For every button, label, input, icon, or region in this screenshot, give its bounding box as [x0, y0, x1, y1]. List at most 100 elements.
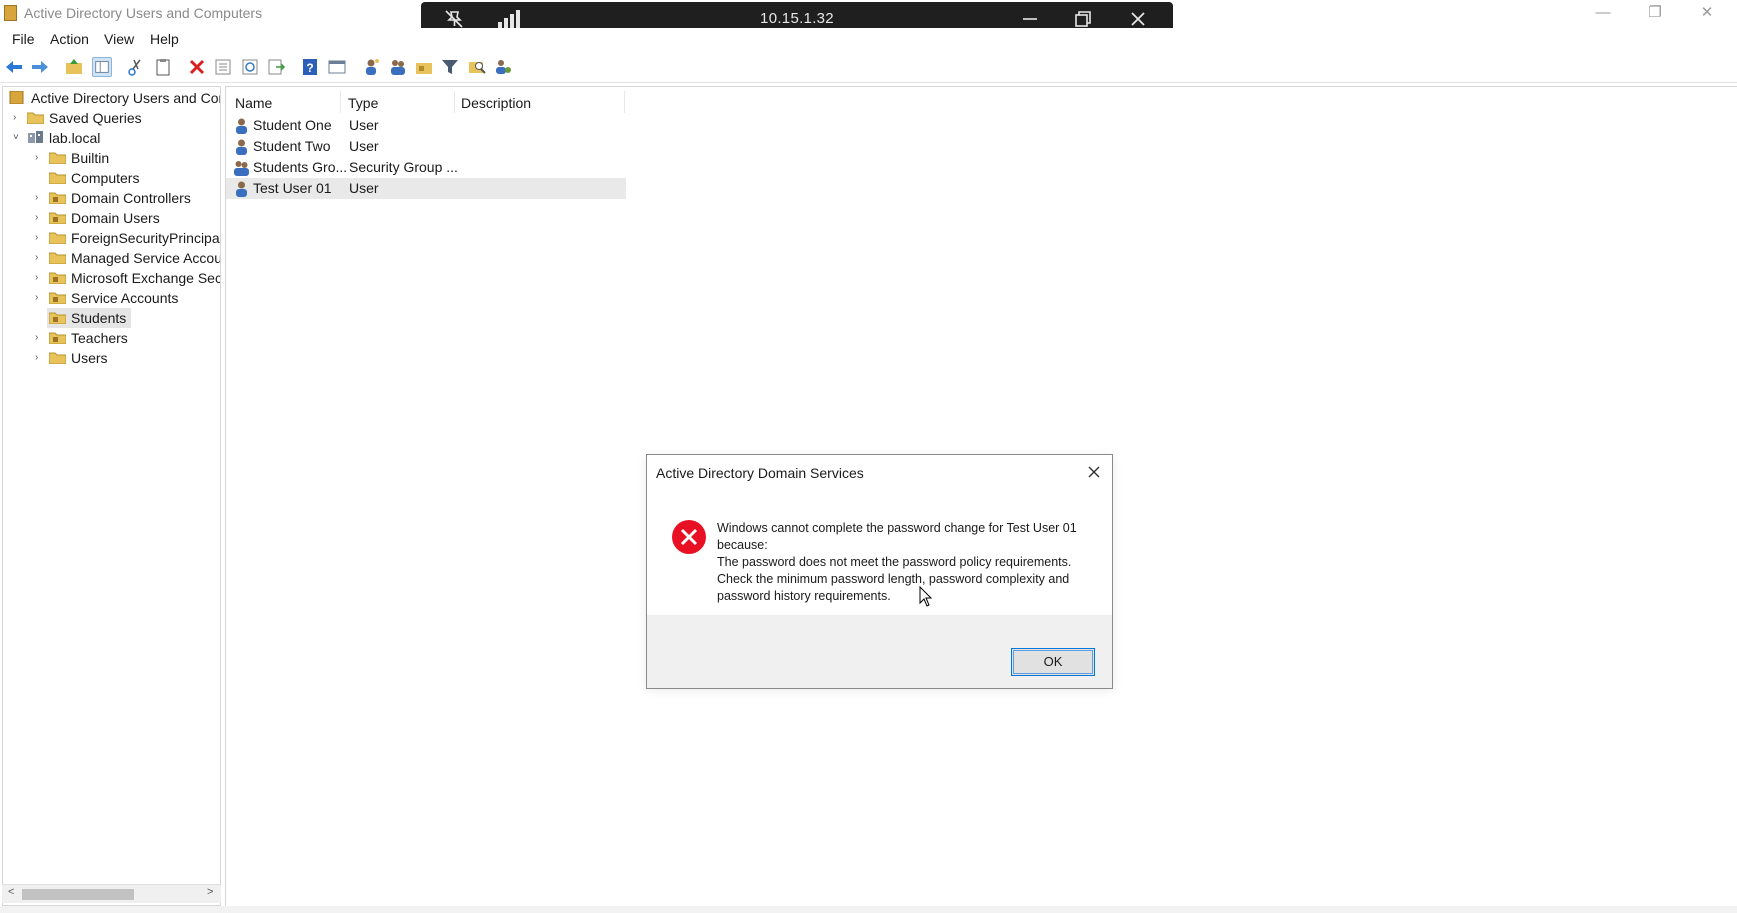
domain-icon	[28, 131, 43, 143]
list-item-name: Student One	[253, 117, 332, 133]
message-line: password history requirements.	[717, 589, 891, 603]
chevron-right-icon[interactable]: ›	[35, 208, 45, 228]
dialog-message: Windows cannot complete the password cha…	[717, 520, 1097, 605]
forward-arrow-icon[interactable]	[30, 57, 50, 77]
minimize-icon[interactable]	[1019, 8, 1041, 30]
minimize-button[interactable]: —	[1577, 0, 1629, 27]
tree-item-service-accounts[interactable]: › Service Accounts	[7, 288, 220, 308]
list-item-type: Security Group ...	[349, 159, 458, 175]
tree-label: Domain Users	[71, 210, 160, 226]
error-dialog: Active Directory Domain Services Windows…	[646, 454, 1113, 689]
restore-button[interactable]: ❐	[1629, 0, 1681, 27]
column-header-description[interactable]: Description	[461, 93, 531, 113]
tree-item-foreign-security-principals[interactable]: › ForeignSecurityPrincipals	[7, 228, 220, 248]
tree-item-users[interactable]: › Users	[7, 348, 220, 368]
message-line: because:	[717, 538, 768, 552]
list-item-name: Test User 01	[253, 180, 332, 196]
chevron-right-icon[interactable]: ›	[35, 148, 45, 168]
ou-icon	[49, 292, 66, 304]
new-group-icon[interactable]	[388, 57, 408, 77]
tree-label: Domain Controllers	[71, 190, 191, 206]
mouse-cursor-icon	[919, 586, 933, 607]
user-icon	[236, 181, 247, 197]
group-icon	[234, 161, 249, 176]
chevron-right-icon[interactable]: ›	[35, 288, 45, 308]
column-separator[interactable]	[340, 91, 341, 113]
export-list-icon[interactable]	[266, 57, 286, 77]
up-folder-icon[interactable]	[64, 57, 84, 77]
paste-icon[interactable]	[153, 57, 173, 77]
ou-icon	[49, 332, 66, 344]
scroll-left-icon[interactable]: <	[8, 886, 14, 898]
restore-icon[interactable]	[1072, 8, 1094, 30]
properties-icon[interactable]	[213, 57, 233, 77]
tree-item-domain-controllers[interactable]: › Domain Controllers	[7, 188, 220, 208]
chevron-right-icon[interactable]: ›	[13, 108, 23, 128]
tree-item-managed-service-accounts[interactable]: › Managed Service Accoun	[7, 248, 220, 268]
find-icon[interactable]	[467, 57, 487, 77]
chevron-right-icon[interactable]: ›	[35, 328, 45, 348]
console-tree: Active Directory Users and Comp › Saved …	[2, 86, 221, 906]
refresh-icon[interactable]	[240, 57, 260, 77]
filter-icon[interactable]	[440, 57, 460, 77]
column-separator[interactable]	[624, 91, 625, 113]
tree-item-saved-queries[interactable]: › Saved Queries	[7, 108, 220, 128]
close-button[interactable]: ✕	[1681, 0, 1733, 27]
user-icon	[236, 139, 247, 155]
new-ou-icon[interactable]	[414, 57, 434, 77]
list-item-type: User	[349, 138, 379, 154]
chevron-right-icon[interactable]: ›	[35, 188, 45, 208]
tree-item-microsoft-exchange-security[interactable]: › Microsoft Exchange Secu	[7, 268, 220, 288]
tree-root[interactable]: Active Directory Users and Comp	[7, 88, 220, 108]
column-separator[interactable]	[454, 91, 455, 113]
show-tree-icon[interactable]	[92, 57, 112, 77]
menu-action[interactable]: Action	[50, 31, 89, 47]
help-icon[interactable]: ?	[300, 57, 320, 77]
tree-item-computers[interactable]: Computers	[7, 168, 220, 188]
column-header-type[interactable]: Type	[348, 93, 378, 113]
user-icon	[236, 118, 247, 134]
chevron-right-icon[interactable]: ›	[35, 248, 45, 268]
console-icon[interactable]	[327, 57, 347, 77]
close-icon[interactable]	[1127, 8, 1149, 30]
back-arrow-icon[interactable]	[4, 57, 24, 77]
list-item-name: Students Gro...	[253, 159, 348, 175]
cut-icon[interactable]	[126, 57, 146, 77]
add-to-group-icon[interactable]	[493, 57, 513, 77]
tree-label: Teachers	[71, 330, 128, 346]
ok-button[interactable]: OK	[1011, 648, 1095, 676]
tree-item-teachers[interactable]: › Teachers	[7, 328, 220, 348]
chevron-right-icon[interactable]: ›	[35, 268, 45, 288]
folder-icon	[49, 252, 66, 264]
menu-help[interactable]: Help	[150, 31, 179, 47]
folder-icon	[49, 232, 66, 244]
column-header-name[interactable]: Name	[235, 93, 272, 113]
menu-file[interactable]: File	[12, 31, 35, 47]
menu-view[interactable]: View	[104, 31, 134, 47]
delete-icon[interactable]	[187, 57, 207, 77]
folder-icon	[27, 112, 44, 124]
list-item[interactable]: Test User 01 User	[226, 178, 626, 199]
chevron-right-icon[interactable]: ›	[35, 228, 45, 248]
tree-label: Students	[71, 310, 127, 326]
tree-item-domain-users[interactable]: › Domain Users	[7, 208, 220, 228]
ou-icon	[49, 312, 66, 324]
tree-item-domain[interactable]: ˅ lab.local	[7, 128, 220, 148]
list-item[interactable]: Students Gro... Security Group ...	[226, 157, 626, 178]
dialog-close-icon[interactable]	[1085, 463, 1103, 481]
message-line: Windows cannot complete the password cha…	[717, 521, 1077, 535]
chevron-down-icon[interactable]: ˅	[13, 128, 23, 148]
message-line: Check the minimum password length, passw…	[717, 572, 1070, 586]
folder-icon	[49, 352, 66, 364]
scrollbar-thumb[interactable]	[22, 889, 134, 900]
list-item[interactable]: Student One User	[226, 115, 626, 136]
svg-text:?: ?	[306, 61, 313, 75]
scroll-right-icon[interactable]: >	[207, 886, 213, 898]
tree-horizontal-scrollbar[interactable]: < >	[2, 884, 221, 903]
tree-item-students[interactable]: Students	[7, 308, 220, 328]
chevron-right-icon[interactable]: ›	[35, 348, 45, 368]
new-user-icon[interactable]	[362, 57, 382, 77]
tree-label: Users	[71, 350, 108, 366]
tree-item-builtin[interactable]: › Builtin	[7, 148, 220, 168]
list-item[interactable]: Student Two User	[226, 136, 626, 157]
